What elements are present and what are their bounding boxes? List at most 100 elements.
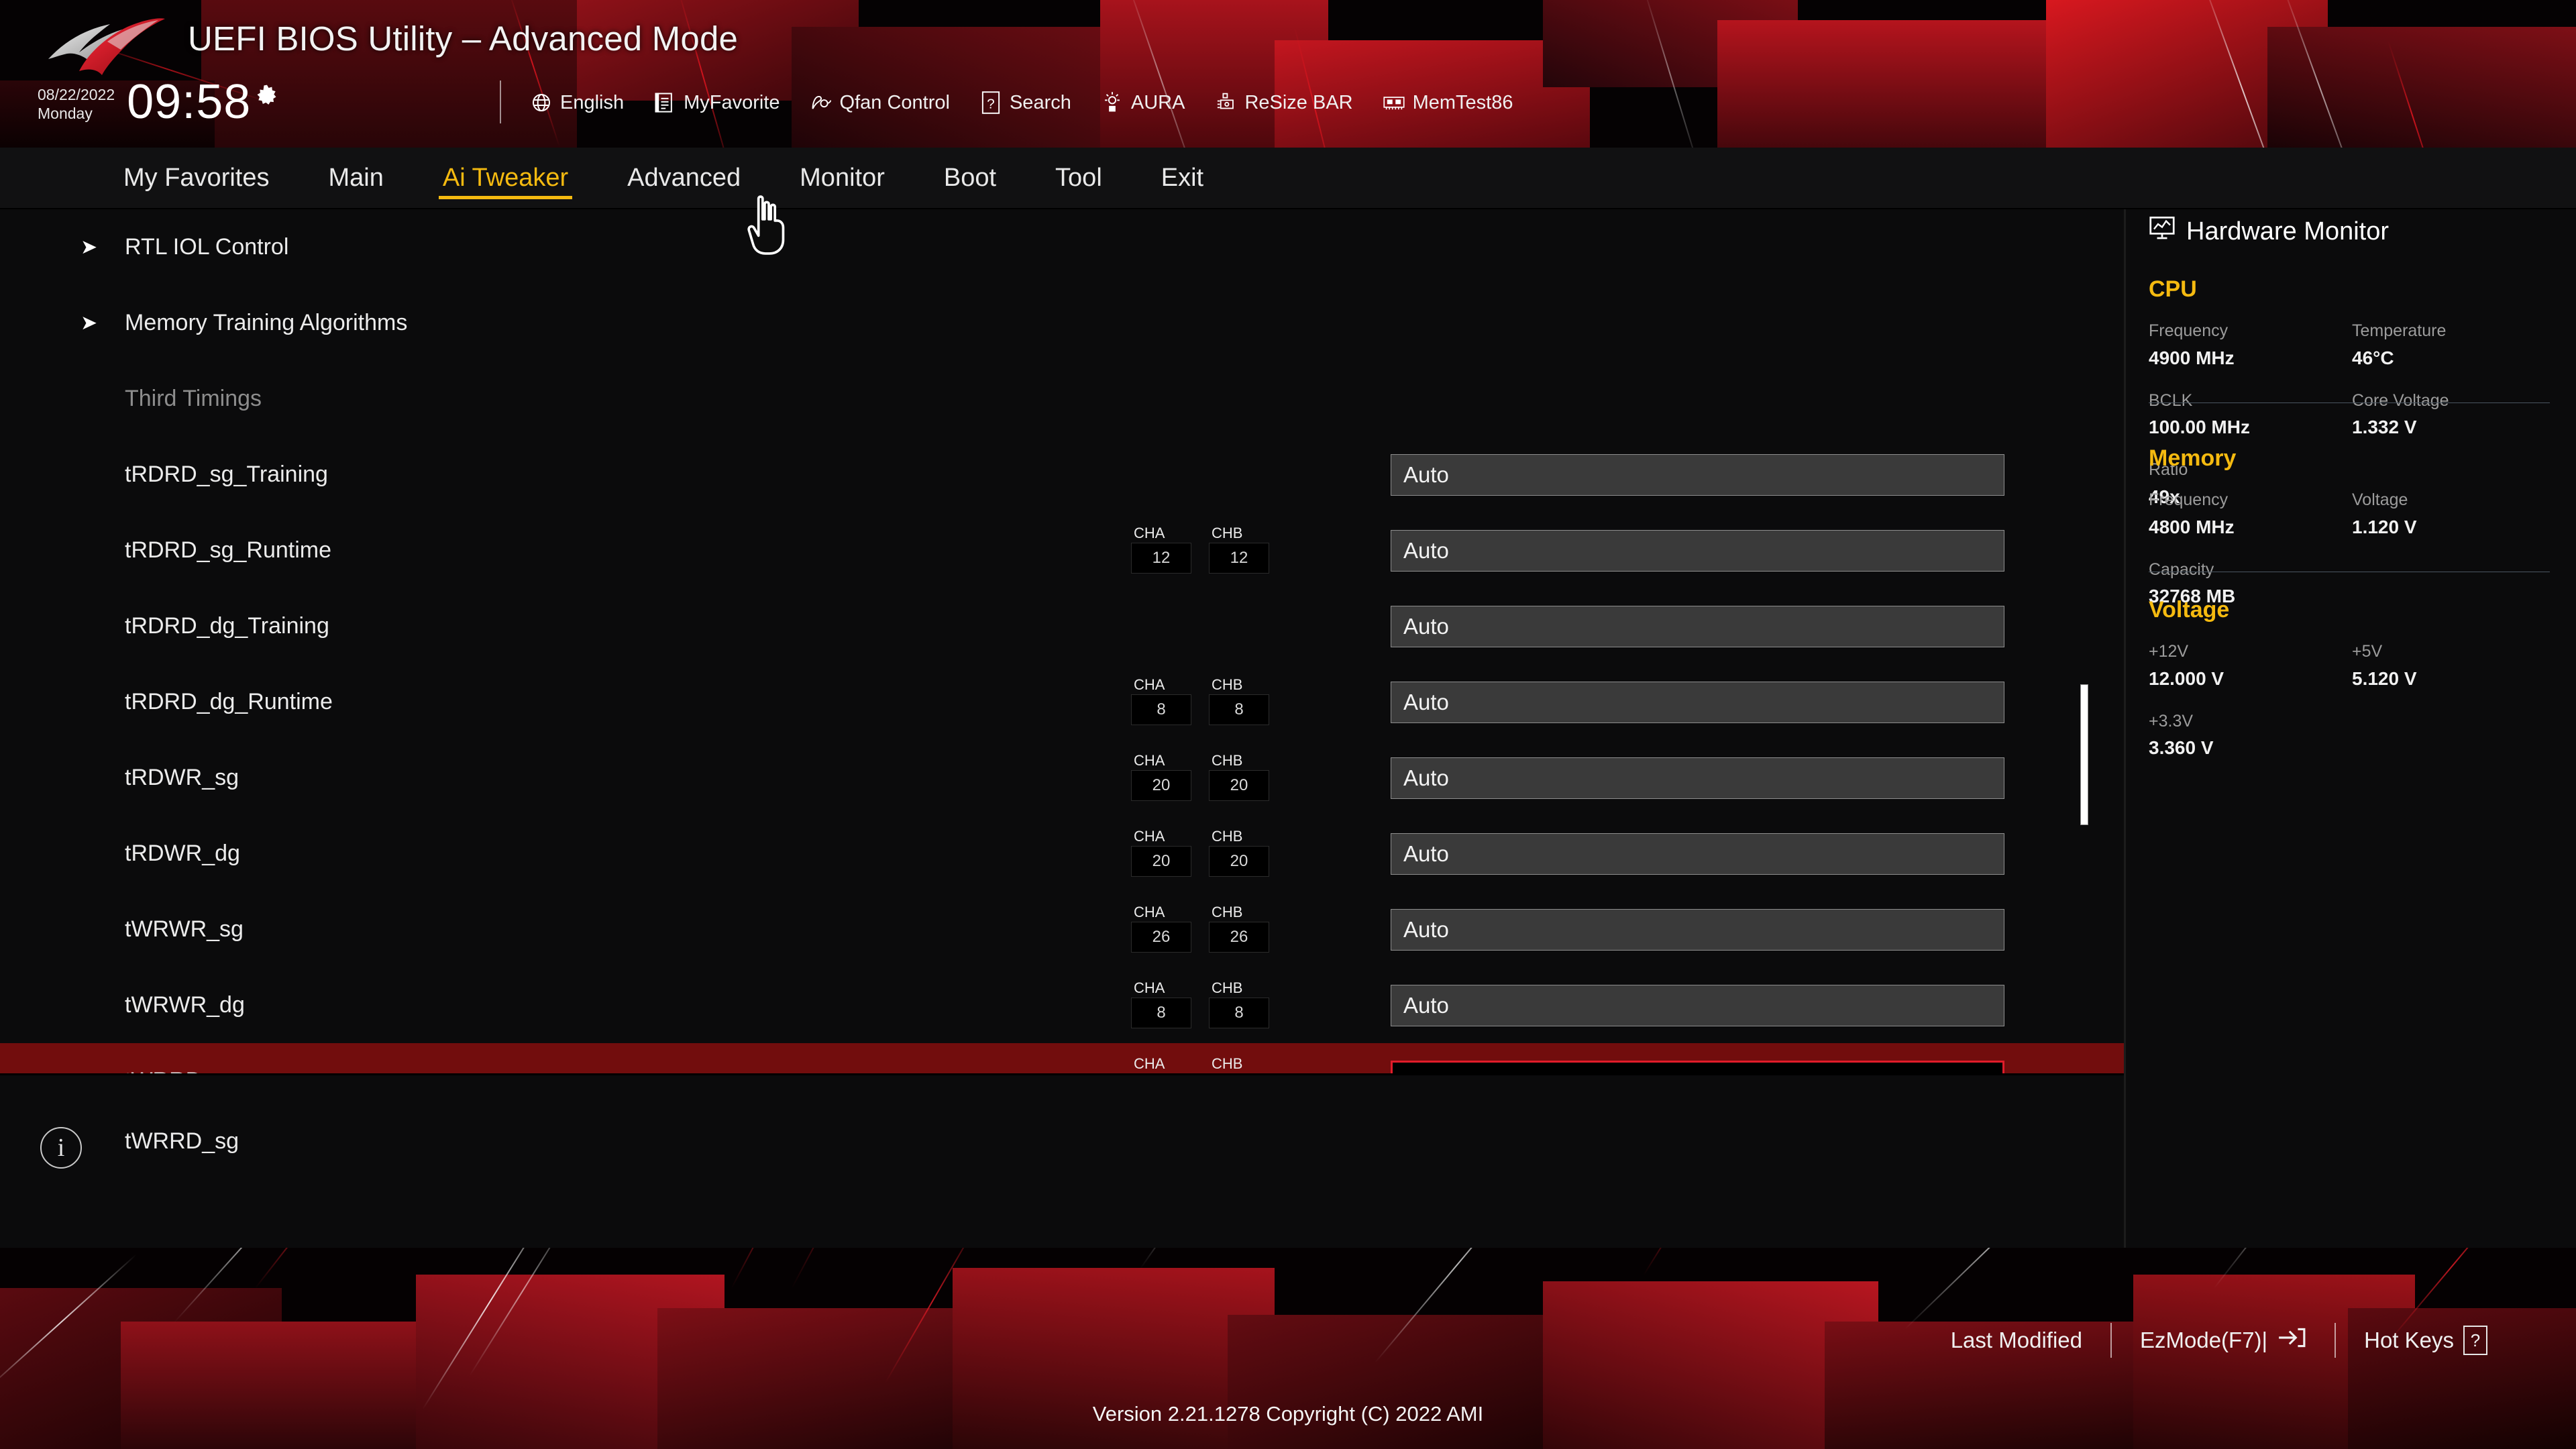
- channel-column-b: CHB8: [1209, 676, 1269, 725]
- setting-value-field[interactable]: Auto: [1391, 757, 2004, 799]
- nav-tab-my-favorites[interactable]: My Favorites: [94, 147, 299, 209]
- setting-row[interactable]: Third Timings: [0, 361, 2124, 437]
- last-modified-button[interactable]: Last Modified: [1923, 1328, 2110, 1353]
- setting-label: Third Timings: [125, 386, 262, 412]
- hw-metric: Frequency4900 MHz: [2149, 319, 2352, 372]
- setting-value-field[interactable]: Auto: [1391, 682, 2004, 723]
- main-navigation: My FavoritesMainAi TweakerAdvancedMonito…: [0, 148, 2576, 209]
- hw-metric-value: 1.332 V: [2352, 413, 2555, 441]
- channel-values: CHA26 CHB 26: [1131, 904, 1269, 953]
- nav-tab-advanced[interactable]: Advanced: [598, 147, 770, 209]
- channel-value-b: 12: [1209, 543, 1269, 574]
- clock-text: 09:58: [127, 79, 251, 125]
- channel-value-a: 20: [1131, 846, 1191, 877]
- channel-header-b: CHB: [1209, 904, 1269, 920]
- tool-aura[interactable]: AURA: [1101, 91, 1185, 114]
- setting-value-field[interactable]: Auto: [1391, 909, 2004, 951]
- svg-text:?: ?: [987, 97, 994, 112]
- setting-row[interactable]: tWRWR_sg CHA26 CHB 26 Auto: [0, 892, 2124, 967]
- channel-value-b: 26: [1209, 922, 1269, 953]
- hw-metric-key: Frequency: [2149, 319, 2352, 344]
- nav-tab-boot[interactable]: Boot: [914, 147, 1026, 209]
- channel-column-a: CHA26: [1131, 904, 1191, 953]
- page-title: UEFI BIOS Utility – Advanced Mode: [188, 19, 738, 58]
- setting-row[interactable]: ➤RTL IOL Control: [0, 209, 2124, 285]
- hw-metric: Voltage1.120 V: [2352, 488, 2555, 541]
- setting-row[interactable]: tRDRD_sg_TrainingAuto: [0, 437, 2124, 513]
- hotkeys-button[interactable]: Hot Keys ?: [2336, 1326, 2516, 1355]
- channel-header-b: CHB: [1209, 752, 1269, 769]
- setting-row[interactable]: ➤Memory Training Algorithms: [0, 285, 2124, 361]
- setting-row[interactable]: tRDRD_dg_TrainingAuto: [0, 588, 2124, 664]
- channel-column-a: CHA8: [1131, 676, 1191, 725]
- tool-aura-label: AURA: [1131, 92, 1185, 114]
- setting-value-field[interactable]: Auto: [1391, 833, 2004, 875]
- setting-value-field[interactable]: Auto: [1391, 985, 2004, 1026]
- tool-language-label: English: [560, 92, 624, 114]
- channel-column-b: CHB20: [1209, 828, 1269, 877]
- ezmode-button[interactable]: EzMode(F7)|: [2112, 1324, 2334, 1356]
- setting-value-field[interactable]: Auto: [1391, 530, 2004, 572]
- hw-metric: BCLK100.00 MHz: [2149, 388, 2352, 442]
- channel-column-b: CHB12: [1209, 525, 1269, 574]
- hw-metric: Frequency4800 MHz: [2149, 488, 2352, 541]
- tool-memtest86[interactable]: MemTest86: [1383, 91, 1513, 114]
- setting-label: tRDWR_sg: [125, 765, 239, 791]
- hw-row: BCLK100.00 MHzCore Voltage1.332 V: [2149, 388, 2555, 442]
- tool-search-label: Search: [1010, 92, 1071, 114]
- nav-tab-tool[interactable]: Tool: [1026, 147, 1132, 209]
- hardware-monitor-title-text: Hardware Monitor: [2186, 217, 2389, 246]
- date-text: 08/22/2022: [38, 85, 115, 104]
- help-text: tWRRD_sg: [125, 1128, 239, 1155]
- hw-row: Frequency4900 MHzTemperature46°C: [2149, 319, 2555, 372]
- channel-value-a: 12: [1131, 543, 1191, 574]
- header-tools: English MyFavorite: [530, 82, 1513, 123]
- hw-section-title: Memory: [2149, 445, 2555, 472]
- favorites-icon: [653, 91, 676, 114]
- nav-tab-ai-tweaker[interactable]: Ai Tweaker: [413, 147, 598, 209]
- scrollbar-thumb[interactable]: [2080, 684, 2088, 825]
- setting-row[interactable]: tWRWR_dgCHA8CHB8Auto: [0, 967, 2124, 1043]
- channel-value-b: 8: [1209, 998, 1269, 1028]
- channel-value-b: 20: [1209, 846, 1269, 877]
- hw-metric: +12V12.000 V: [2149, 639, 2352, 693]
- gear-icon[interactable]: [254, 83, 280, 113]
- setting-label: Memory Training Algorithms: [125, 310, 407, 336]
- setting-label: tWRWR_sg: [125, 916, 244, 943]
- hw-section-title: Voltage: [2149, 597, 2555, 623]
- nav-tab-main[interactable]: Main: [299, 147, 413, 209]
- hw-metric-value: 4900 MHz: [2149, 344, 2352, 372]
- nav-tab-monitor[interactable]: Monitor: [770, 147, 914, 209]
- tool-qfan-control[interactable]: Qfan Control: [810, 91, 950, 114]
- setting-row[interactable]: tRDRD_dg_RuntimeCHA8CHB8Auto: [0, 664, 2124, 740]
- channel-header-b: CHB: [1209, 979, 1269, 996]
- hotkeys-key-icon: ?: [2463, 1326, 2487, 1355]
- ezmode-label: EzMode(F7)|: [2140, 1328, 2267, 1353]
- setting-value-field[interactable]: Auto: [1391, 606, 2004, 647]
- setting-row[interactable]: tRDWR_dgCHA20CHB20Auto: [0, 816, 2124, 892]
- setting-row[interactable]: tRDWR_sgCHA20CHB20Auto: [0, 740, 2124, 816]
- tool-resize-bar[interactable]: ReSize BAR: [1214, 91, 1352, 114]
- setting-value-field[interactable]: Auto: [1391, 454, 2004, 496]
- nav-tab-exit[interactable]: Exit: [1132, 147, 1233, 209]
- hw-metric-key: +5V: [2352, 639, 2555, 665]
- content-scrollbar[interactable]: [2080, 215, 2088, 1114]
- submenu-arrow-icon: ➤: [80, 237, 97, 258]
- channel-column-a: CHA8: [1131, 979, 1191, 1028]
- channel-value-b: 20: [1209, 770, 1269, 801]
- hw-metric-key: +3.3V: [2149, 709, 2352, 735]
- hw-metric-value: 3.360 V: [2149, 734, 2352, 762]
- channel-header-a: CHA: [1131, 676, 1191, 693]
- tool-search[interactable]: ? Search: [979, 91, 1071, 114]
- channel-value-b: 8: [1209, 694, 1269, 725]
- tool-myfavorite[interactable]: MyFavorite: [653, 91, 780, 114]
- datetime-display: 08/22/2022 Monday 09:58: [38, 79, 280, 125]
- setting-row[interactable]: tRDRD_sg_RuntimeCHA12CHB12Auto: [0, 513, 2124, 588]
- channel-header-a: CHA: [1131, 904, 1191, 920]
- hw-metric-key: Voltage: [2352, 488, 2555, 513]
- hw-metric-key: +12V: [2149, 639, 2352, 665]
- tool-language[interactable]: English: [530, 91, 624, 114]
- globe-icon: [530, 91, 553, 114]
- hw-metric-value: 5.120 V: [2352, 665, 2555, 693]
- hw-metric-value: 46°C: [2352, 344, 2555, 372]
